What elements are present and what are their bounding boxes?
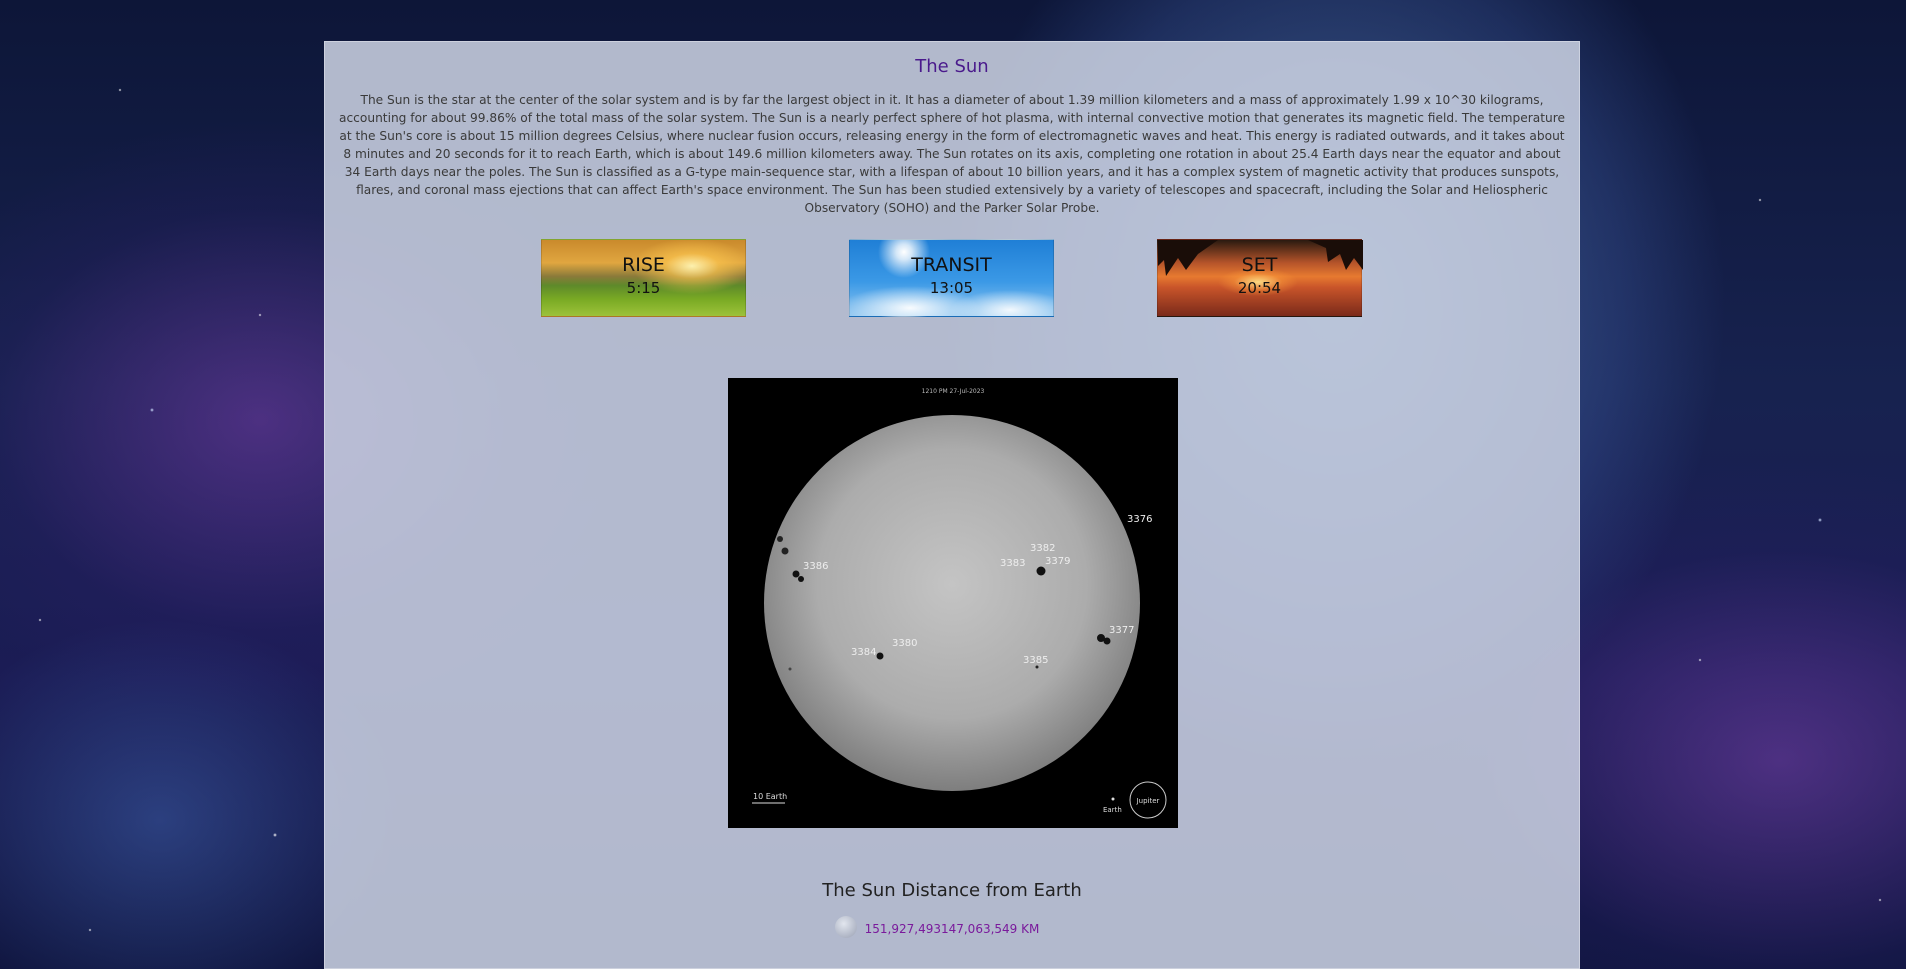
image-timestamp: 1210 PM 27-Jul-2023 <box>922 388 985 395</box>
sunspot <box>781 547 789 555</box>
sunrise-card[interactable]: RISE 5:15 <box>541 239 746 317</box>
distance-heading: The Sun Distance from Earth <box>822 880 1082 901</box>
sunspot <box>1103 637 1111 645</box>
jupiter-label: Jupiter <box>1136 797 1160 805</box>
solar-disk-image[interactable]: 1210 PM 27-Jul-2023 3376 3377 3379 3380 … <box>728 378 1178 828</box>
earth-label: Earth <box>1103 806 1122 814</box>
sunrise-label: RISE <box>622 254 665 276</box>
sunspot <box>876 652 884 660</box>
region-label: 3383 <box>1000 558 1025 569</box>
region-label: 3384 <box>851 647 876 658</box>
sunspot <box>792 570 800 578</box>
region-label: 3382 <box>1030 543 1055 554</box>
region-label: 3380 <box>892 638 917 649</box>
sunspot <box>777 536 783 542</box>
region-label: 3379 <box>1045 556 1070 567</box>
sun-description: The Sun is the star at the center of the… <box>339 93 1565 215</box>
region-label: 3386 <box>803 561 828 572</box>
sunspot <box>788 667 792 671</box>
sunrise-time: 5:15 <box>626 279 661 297</box>
region-label: 3377 <box>1109 625 1134 636</box>
region-label: 3385 <box>1023 655 1048 666</box>
scale-label: 10 Earth <box>753 792 787 801</box>
earth-size-icon <box>1111 797 1115 801</box>
sunset-label: SET <box>1241 254 1278 276</box>
sunset-card[interactable]: SET 20:54 <box>1157 239 1363 317</box>
sun-disk <box>764 415 1140 791</box>
transit-label: TRANSIT <box>911 254 992 276</box>
sunspot <box>798 576 804 582</box>
distance-value: 151,927,493147,063,549 KM <box>864 922 1040 936</box>
transit-time: 13:05 <box>929 279 974 297</box>
transit-card[interactable]: TRANSIT 13:05 <box>849 239 1054 317</box>
page-title: The Sun <box>915 56 989 77</box>
sunspot <box>1036 566 1046 576</box>
distance-row: 151,927,493147,063,549 KM <box>325 916 1579 942</box>
region-label: 3376 <box>1127 514 1152 525</box>
sunset-time: 20:54 <box>1237 279 1282 297</box>
sun-info-panel: The Sun The Sun is the star at the cente… <box>324 41 1580 969</box>
